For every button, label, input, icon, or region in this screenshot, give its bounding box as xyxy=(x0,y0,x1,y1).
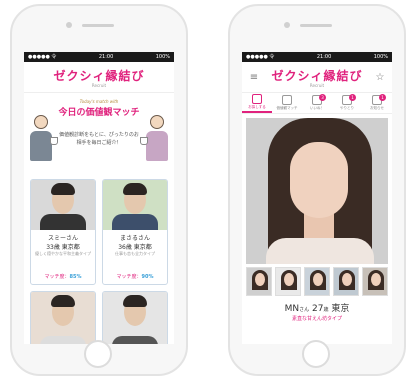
tab-notices[interactable]: 1 お知らせ xyxy=(362,93,392,113)
match-label: マッチ度： xyxy=(44,274,70,280)
phone-left: ●●●●● 令 21:00 100% ゼクシィ縁結び Recruit Today… xyxy=(10,4,188,376)
thumbnail[interactable] xyxy=(304,267,330,296)
card-name: まさるさん xyxy=(119,235,150,242)
thumbnail[interactable] xyxy=(333,267,359,296)
home-button[interactable] xyxy=(302,340,330,368)
tab-label: お知らせ xyxy=(370,106,384,110)
match-rate: マッチ度：85% xyxy=(31,273,95,280)
screen-profile: ●●●●● 令 21:00 100% ≡ ゼクシィ縁結び Recruit ☆ お… xyxy=(242,52,392,344)
profile-honorific: さん xyxy=(299,307,310,313)
speaker xyxy=(82,24,114,27)
carrier: ●●●●● 令 xyxy=(28,54,57,60)
tab-label: お探しする xyxy=(248,105,266,109)
profile-photo xyxy=(31,292,95,344)
pulse-icon xyxy=(282,95,292,105)
app-header: ≡ ゼクシィ縁結び Recruit ☆ xyxy=(242,62,392,93)
tab-messages[interactable]: 1 やりとり xyxy=(332,93,362,113)
phone-right: ●●●●● 令 21:00 100% ≡ ゼクシィ縁結び Recruit ☆ お… xyxy=(228,4,406,376)
hero-mini: Today's match with xyxy=(79,99,119,104)
match-card[interactable]: スミーさん 33歳 東京都 優しく穏やかな平和主義タイプ マッチ度：85% xyxy=(30,179,96,285)
card-age: 36歳 東京都 xyxy=(118,244,152,251)
profile-age: 27 xyxy=(312,304,324,314)
value-match-hero: Today's match with 今日の価値観マッチ 価値観診断をもとに、ぴ… xyxy=(24,93,174,175)
clock: 21:00 xyxy=(316,54,332,60)
front-camera xyxy=(284,22,290,28)
profile-name-line: MNさん 27歳 東京 xyxy=(242,301,392,314)
front-camera xyxy=(66,22,72,28)
coffee-cup-icon xyxy=(140,137,148,145)
battery: 100% xyxy=(373,54,388,60)
hamburger-menu-icon[interactable]: ≡ xyxy=(248,71,260,83)
card-name: スミーさん xyxy=(47,235,78,242)
search-icon xyxy=(252,94,262,104)
tab-label: 価値観マッチ xyxy=(276,106,298,110)
thumbnail[interactable] xyxy=(362,267,388,296)
notification-badge: 3 xyxy=(319,94,326,101)
battery: 100% xyxy=(155,54,170,60)
screen-value-match: ●●●●● 令 21:00 100% ゼクシィ縁結び Recruit Today… xyxy=(24,52,174,344)
profile-photo xyxy=(31,180,95,230)
match-card[interactable] xyxy=(102,291,168,344)
match-card[interactable]: まさるさん 36歳 東京都 仕事も恋も全力タイプ マッチ度：90% xyxy=(102,179,168,285)
carrier: ●●●●● 令 xyxy=(246,54,275,60)
profile-city: 東京 xyxy=(331,304,350,314)
speaker xyxy=(300,24,332,27)
match-value: 85% xyxy=(69,274,82,280)
hero-description: 価値観診断をもとに、ぴったりのお相手を毎日ご紹介！ xyxy=(59,132,139,146)
app-logo: ゼクシィ縁結び xyxy=(53,68,145,83)
profile-age-unit: 歳 xyxy=(323,307,329,313)
main-profile-photo[interactable] xyxy=(246,118,388,264)
profile-photo xyxy=(103,292,167,344)
app-header: ゼクシィ縁結び Recruit xyxy=(24,62,174,93)
card-age: 33歳 東京都 xyxy=(46,244,80,251)
profile-photo xyxy=(103,180,167,230)
coffee-cup-icon xyxy=(50,137,58,145)
illustration-man xyxy=(30,115,52,161)
clock: 21:00 xyxy=(98,54,114,60)
tab-label: いいね！ xyxy=(310,106,324,110)
thumbnail[interactable] xyxy=(246,267,272,296)
tab-likes[interactable]: 3 いいね！ xyxy=(302,93,332,113)
match-card[interactable] xyxy=(30,291,96,344)
profile-name: MN xyxy=(284,304,300,314)
illustration-woman xyxy=(146,115,168,161)
tab-label: やりとり xyxy=(340,106,354,110)
photo-thumbnails xyxy=(242,264,392,299)
card-type: 仕事も恋も全力タイプ xyxy=(115,251,155,256)
match-rate: マッチ度：90% xyxy=(103,273,167,280)
app-logo: ゼクシィ縁結び xyxy=(271,68,363,83)
match-card-grid: スミーさん 33歳 東京都 優しく穏やかな平和主義タイプ マッチ度：85% まさ… xyxy=(24,175,174,344)
profile-type: 素直な甘えん坊タイプ xyxy=(291,316,342,322)
notification-badge: 1 xyxy=(349,94,356,101)
tab-value-match[interactable]: 価値観マッチ xyxy=(272,93,302,113)
favorite-star-icon[interactable]: ☆ xyxy=(374,71,386,83)
status-bar: ●●●●● 令 21:00 100% xyxy=(242,52,392,62)
tab-search[interactable]: お探しする xyxy=(242,93,272,113)
tab-bar: お探しする 価値観マッチ 3 いいね！ 1 やりとり 1 お知らせ xyxy=(242,93,392,114)
status-bar: ●●●●● 令 21:00 100% xyxy=(24,52,174,62)
notification-badge: 1 xyxy=(379,94,386,101)
card-type: 優しく穏やかな平和主義タイプ xyxy=(35,251,91,256)
thumbnail[interactable] xyxy=(275,267,301,296)
match-label: マッチ度： xyxy=(116,274,142,280)
match-value: 90% xyxy=(141,274,154,280)
home-button[interactable] xyxy=(84,340,112,368)
